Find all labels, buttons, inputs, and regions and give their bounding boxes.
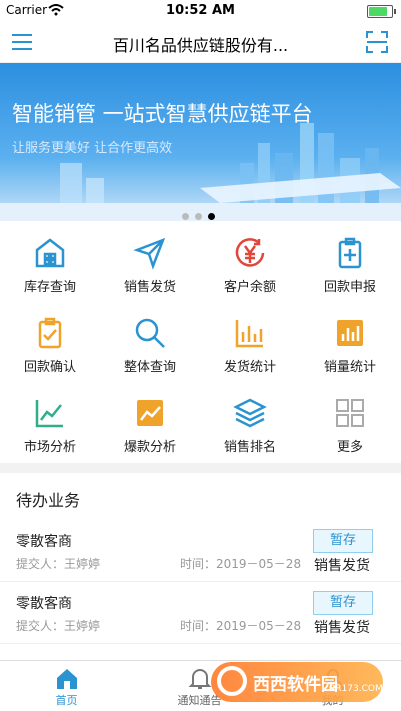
banner-headline: 智能销管 一站式智慧供应链平台 xyxy=(12,102,313,126)
menu-icon[interactable] xyxy=(10,30,34,54)
submitter: 提交人：王婷婷 xyxy=(16,619,101,633)
task-type: 销售发货 xyxy=(314,620,370,636)
clipboard-plus-icon xyxy=(338,237,362,269)
watermark-c-icon xyxy=(217,666,247,696)
grid-item-sales-volume-stats[interactable]: 销量统计 xyxy=(300,308,400,388)
warehouse-icon xyxy=(35,238,65,268)
battery-icon xyxy=(367,5,396,18)
scan-icon[interactable] xyxy=(365,30,389,54)
grid-item-customer-balance[interactable]: 客户余额 xyxy=(200,228,300,308)
submitter: 提交人：王婷婷 xyxy=(16,557,101,571)
submit-time: 时间：2019－05－28 xyxy=(180,619,302,633)
grid-label: 回款确认 xyxy=(23,360,76,375)
grid-item-stock-query[interactable]: 库存查询 xyxy=(0,228,100,308)
grid-item-sales-ranking[interactable]: 销售排名 xyxy=(200,388,300,468)
list-item[interactable]: 零散客商 提交人：王婷婷 时间：2019－05－28 暂存 销售发货 xyxy=(0,583,401,644)
grid-label: 回款申报 xyxy=(323,280,376,295)
customer-name: 零散客商 xyxy=(16,596,72,612)
grid-item-more[interactable]: 更多 xyxy=(300,388,400,468)
page-title: 百川名品供应链股份有... xyxy=(112,36,289,55)
carousel-dot[interactable] xyxy=(195,213,202,220)
grid-label: 更多 xyxy=(336,440,363,455)
grid-label: 爆款分析 xyxy=(123,440,176,455)
more-grid-icon xyxy=(336,399,364,427)
home-icon xyxy=(56,669,77,689)
carousel-indicator[interactable] xyxy=(182,205,221,221)
yen-refresh-icon xyxy=(235,238,265,267)
section-divider xyxy=(0,463,401,473)
promo-banner[interactable]: 智能销管 一站式智慧供应链平台 让服务更美好 让合作更高效 xyxy=(0,63,401,221)
status-badge: 暂存 xyxy=(313,529,373,553)
carousel-dot-active[interactable] xyxy=(208,213,215,220)
grid-item-shipment-stats[interactable]: 发货统计 xyxy=(200,308,300,388)
status-bar: Carrier 10:52 AM xyxy=(0,0,401,22)
task-type: 销售发货 xyxy=(314,558,370,574)
bar-chart-icon xyxy=(235,320,263,348)
banner-tagline: 让服务更美好 让合作更高效 xyxy=(12,141,173,156)
paper-plane-icon xyxy=(133,237,166,270)
grid-label: 发货统计 xyxy=(223,360,276,375)
clipboard-check-icon xyxy=(38,317,62,349)
list-item[interactable]: 零散客商 提交人：王婷婷 时间：2019－05－28 暂存 销售发货 xyxy=(0,521,401,582)
magnifier-icon xyxy=(135,318,165,348)
grid-item-overall-query[interactable]: 整体查询 xyxy=(100,308,200,388)
grid-label: 销售发货 xyxy=(123,280,176,295)
grid-label: 市场分析 xyxy=(23,440,76,455)
watermark-subtext: CR173.COM xyxy=(329,684,383,694)
line-chart-icon xyxy=(35,400,63,428)
layers-icon xyxy=(233,398,267,428)
grid-label: 销量统计 xyxy=(323,360,376,375)
navigation-bar: 百川名品供应链股份有... xyxy=(0,22,401,63)
submit-time: 时间：2019－05－28 xyxy=(180,557,302,571)
grid-label: 整体查询 xyxy=(123,360,176,375)
tab-home[interactable]: 首页 xyxy=(0,661,133,711)
customer-name: 零散客商 xyxy=(16,534,72,550)
bar-chart-box-icon xyxy=(337,320,363,346)
grid-item-payment-confirm[interactable]: 回款确认 xyxy=(0,308,100,388)
clock: 10:52 AM xyxy=(166,3,235,18)
grid-item-payment-declare[interactable]: 回款申报 xyxy=(300,228,400,308)
grid-item-sales-delivery[interactable]: 销售发货 xyxy=(100,228,200,308)
watermark-text: 西西软件园 xyxy=(253,675,338,695)
section-title: 待办业务 xyxy=(16,491,81,510)
grid-label: 销售排名 xyxy=(223,440,276,455)
grid-item-hot-product-analysis[interactable]: 爆款分析 xyxy=(100,388,200,468)
grid-item-market-analysis[interactable]: 市场分析 xyxy=(0,388,100,468)
bell-icon xyxy=(188,669,211,689)
tab-label: 首页 xyxy=(55,694,78,707)
watermark-logo: 西西软件园 CR173.COM xyxy=(211,662,383,702)
trend-box-icon xyxy=(137,400,163,426)
status-badge: 暂存 xyxy=(313,591,373,615)
grid-label: 库存查询 xyxy=(23,280,76,295)
grid-label: 客户余额 xyxy=(223,280,276,295)
carousel-dot[interactable] xyxy=(182,213,189,220)
